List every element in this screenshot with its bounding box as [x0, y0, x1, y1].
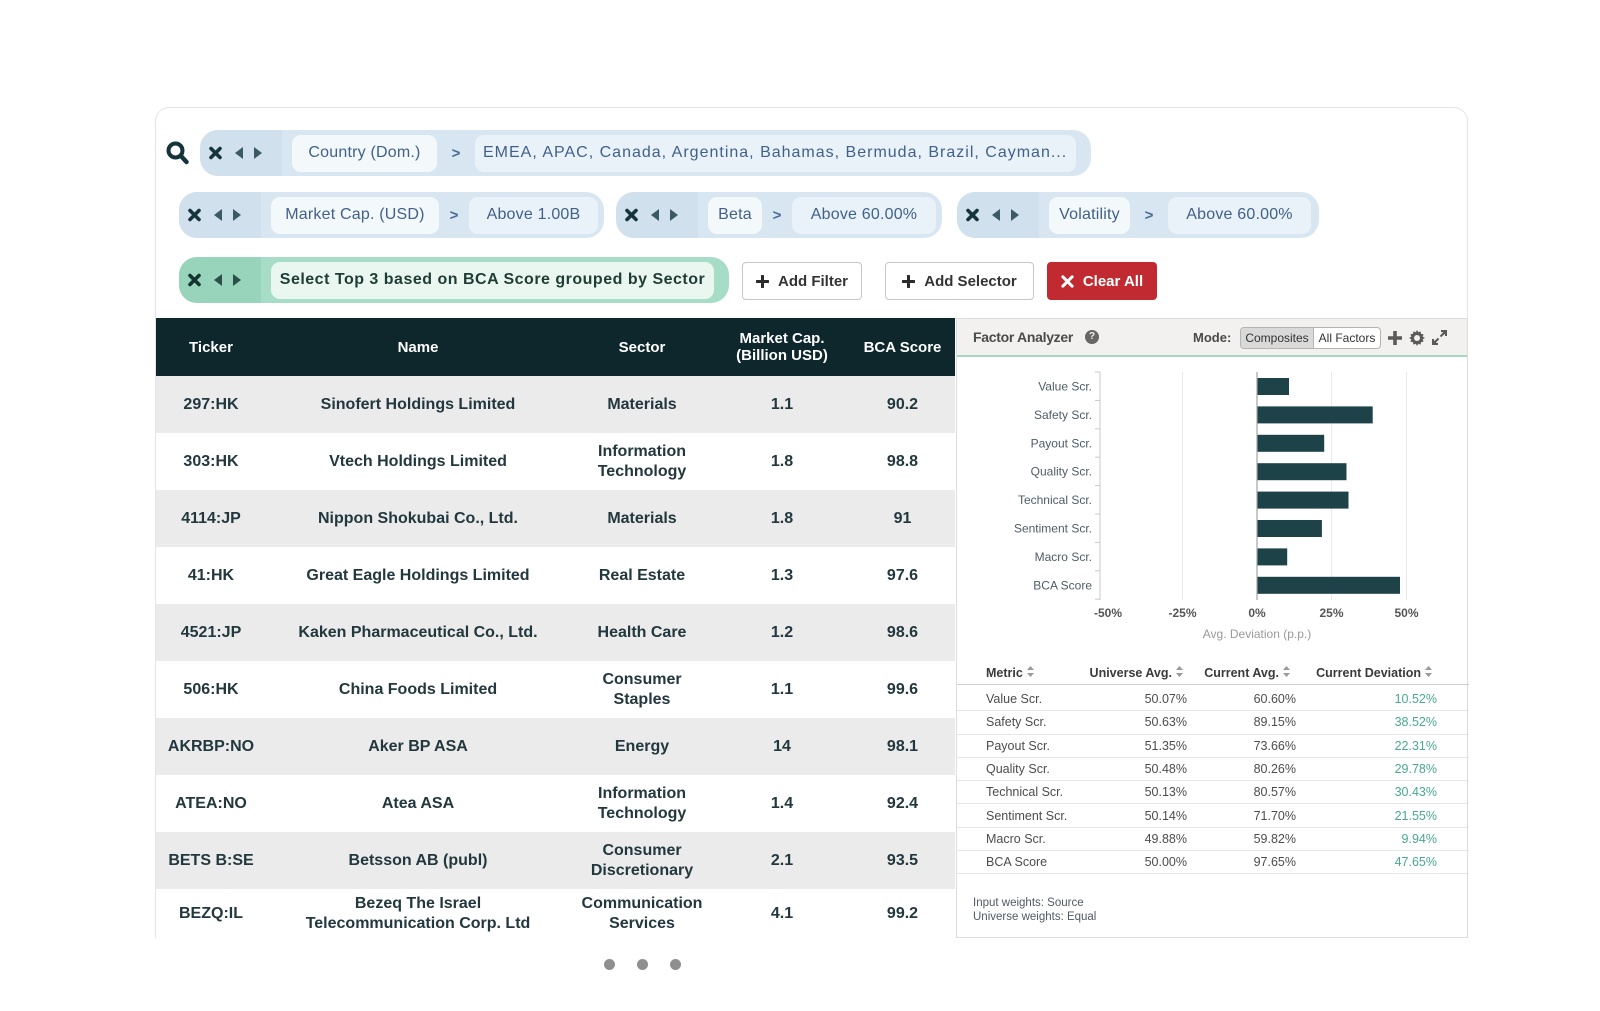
svg-text:Payout Scr.: Payout Scr. [1031, 436, 1092, 450]
svg-text:-25%: -25% [1168, 606, 1196, 620]
svg-text:Sentiment Scr.: Sentiment Scr. [1014, 522, 1092, 536]
svg-text:0%: 0% [1248, 606, 1266, 620]
svg-text:Avg. Deviation (p.p.): Avg. Deviation (p.p.) [1203, 627, 1312, 641]
svg-text:50%: 50% [1394, 606, 1418, 620]
svg-text:Technical Scr.: Technical Scr. [1018, 493, 1092, 507]
svg-text:Value Scr.: Value Scr. [1038, 380, 1092, 394]
svg-text:Macro Scr.: Macro Scr. [1035, 550, 1092, 564]
svg-text:Safety Scr.: Safety Scr. [1034, 408, 1092, 422]
svg-text:Quality Scr.: Quality Scr. [1031, 465, 1092, 479]
svg-text:25%: 25% [1319, 606, 1343, 620]
svg-text:-50%: -50% [1094, 606, 1122, 620]
svg-text:BCA Score: BCA Score [1033, 578, 1092, 592]
